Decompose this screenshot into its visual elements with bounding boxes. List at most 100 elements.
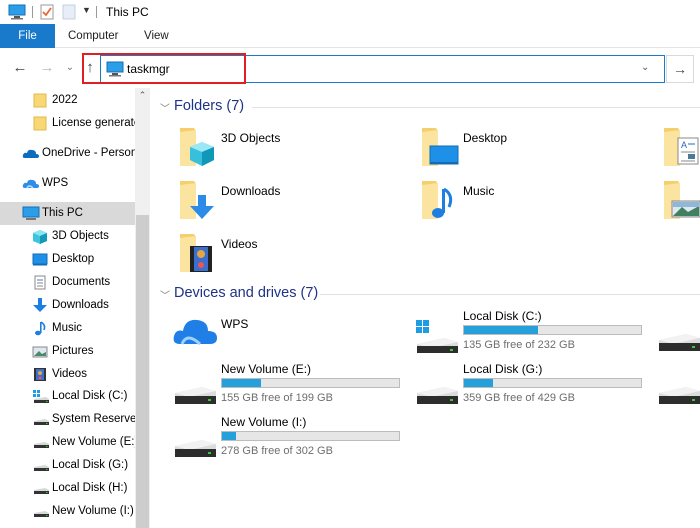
sidebar-item[interactable]: This PC [0,202,135,225]
drive-icon [414,379,460,412]
sidebar-item[interactable]: Local Disk (H:) [0,477,135,500]
videos-folder-icon [174,230,218,277]
sidebar-item[interactable]: System Reserved [0,408,135,431]
drive-label: Local Disk (C:) [463,309,542,323]
sidebar-item[interactable]: New Volume (E:) [0,431,135,454]
downloads-icon [32,298,48,313]
computer-icon [8,4,26,23]
drive-usage-fill [464,326,538,334]
sidebar-item[interactable]: License generate [0,112,135,135]
ribbon-tabs: File Computer View [0,24,700,48]
drive-item[interactable]: New Volume (E:) 155 GB free of 199 GB [172,361,407,411]
chevron-down-icon[interactable]: ﹀ [160,100,170,115]
drive-item[interactable]: Local Disk (G:) 359 GB free of 429 GB [414,361,649,411]
sidebar-item[interactable]: OneDrive - Person [0,142,135,165]
drive-icon [32,435,49,450]
tab-file[interactable]: File [0,24,55,48]
title-bar: ▼ This PC [0,0,700,24]
sidebar-item[interactable]: Pictures [0,340,135,363]
address-bar[interactable] [100,55,665,83]
this-pc-icon [106,61,124,80]
folder-item[interactable] [658,175,700,225]
back-button[interactable]: ← [10,58,30,78]
sidebar-item[interactable]: Local Disk (G:) [0,454,135,477]
customize-dropdown-icon[interactable]: ▼ [82,5,91,15]
folder-label: Videos [221,237,258,251]
sidebar-item[interactable]: New Volume (I:) [0,500,135,523]
sidebar-item-label: System Reserved [52,413,135,425]
sidebar-scrollbar-thumb[interactable] [136,215,149,528]
folder-item[interactable]: Downloads [174,175,404,225]
drive-icon [32,481,49,496]
sidebar-item[interactable]: Documents [0,271,135,294]
sidebar-item[interactable]: 2022 [0,89,135,112]
sidebar-item-label: OneDrive - Person [42,147,135,159]
svg-text:A: A [681,140,687,150]
drive-icon [172,432,218,465]
properties-check-icon[interactable] [40,4,54,23]
drive-usage-bar [463,325,642,335]
sidebar-item[interactable]: Videos [0,363,135,386]
windows-drive-icon [32,389,49,404]
drive-item[interactable]: WPS [172,308,407,358]
drives-group-header[interactable]: Devices and drives (7) [174,285,318,301]
folder-item[interactable]: Music [416,175,646,225]
address-dropdown-icon[interactable]: ⌄ [641,62,649,73]
tab-view[interactable]: View [132,24,181,48]
folder-item[interactable]: Desktop [416,122,646,172]
videos-icon [32,367,48,382]
sidebar-item-label: Desktop [52,253,95,265]
drive-icon [656,379,700,412]
folders-group-header[interactable]: Folders (7) [174,98,244,114]
drive-usage-bar [463,378,642,388]
drive-item[interactable] [656,361,700,411]
tab-computer[interactable]: Computer [56,24,131,48]
drive-label: New Volume (E:) [221,362,312,376]
separator [96,6,97,18]
navigation-pane: 2022 License generate OneDrive - Person WPS… [0,88,150,528]
drive-usage-fill [222,432,236,440]
new-folder-icon[interactable] [62,4,76,23]
drive-icon [32,458,49,473]
drive-icon [656,326,700,359]
drive-label: New Volume (I:) [221,415,307,429]
drive-free-space: 278 GB free of 302 GB [221,445,333,457]
drive-free-space: 135 GB free of 232 GB [463,339,575,351]
drive-free-space: 155 GB free of 199 GB [221,392,333,404]
sidebar-item-label: Music [52,322,83,334]
go-button[interactable]: → [666,55,694,83]
onedrive-cloud-icon [22,146,39,161]
documents-folder-icon: A [658,124,700,171]
drive-item[interactable]: New Volume (I:) 278 GB free of 302 GB [172,414,407,464]
folder-label: Music [463,184,495,198]
sidebar-item[interactable]: Local Disk (C:) [0,385,135,408]
this-pc-icon [22,206,40,221]
drive-item[interactable] [656,308,700,358]
sidebar-item[interactable]: WPS [0,172,135,195]
sidebar-item-label: Local Disk (H:) [52,482,128,494]
drive-usage-fill [222,379,262,387]
sidebar-item[interactable]: 3D Objects [0,225,135,248]
sidebar-item-label: License generate [52,117,135,129]
sidebar-item-label: Documents [52,276,111,288]
window-title: This PC [106,5,149,19]
sidebar-item-label: WPS [42,177,69,189]
folder-item[interactable]: Videos [174,228,404,278]
separator [32,6,33,18]
sidebar-item[interactable]: Desktop [0,248,135,271]
address-input[interactable]: taskmgr [127,62,170,76]
folder-item[interactable]: A [658,122,700,172]
chevron-down-icon[interactable]: ﹀ [160,287,170,302]
sidebar-item-label: 2022 [52,94,78,106]
scroll-up-icon[interactable]: ⌃ [135,90,150,104]
sidebar-item[interactable]: Music [0,317,135,340]
folder-item[interactable]: 3D Objects [174,122,404,172]
3d-objects-icon [32,229,48,244]
up-button[interactable]: ↑ [80,58,100,78]
sidebar-item[interactable]: Downloads [0,294,135,317]
folder-label: Desktop [463,131,508,145]
sidebar-item-label: Videos [52,368,87,380]
recent-locations-button[interactable]: ⌄ [60,58,80,78]
forward-button[interactable]: → [37,58,57,78]
drive-item[interactable]: Local Disk (C:) 135 GB free of 232 GB [414,308,649,358]
